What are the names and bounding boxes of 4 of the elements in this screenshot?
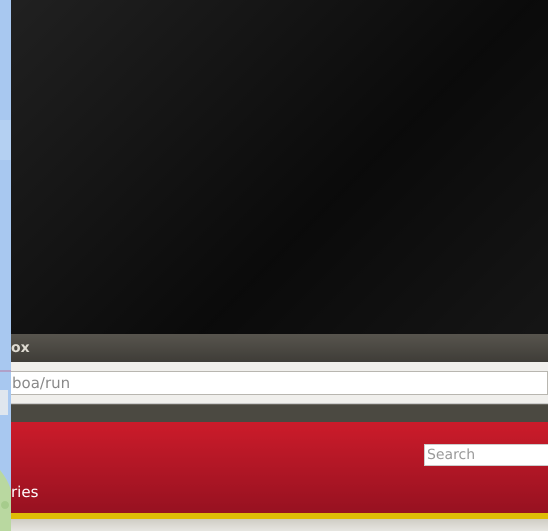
window-title: ox	[11, 340, 30, 356]
search-field[interactable]: Search	[424, 444, 548, 466]
nav-link[interactable]: ries	[11, 483, 38, 501]
address-field[interactable]: boa/run	[11, 370, 548, 394]
